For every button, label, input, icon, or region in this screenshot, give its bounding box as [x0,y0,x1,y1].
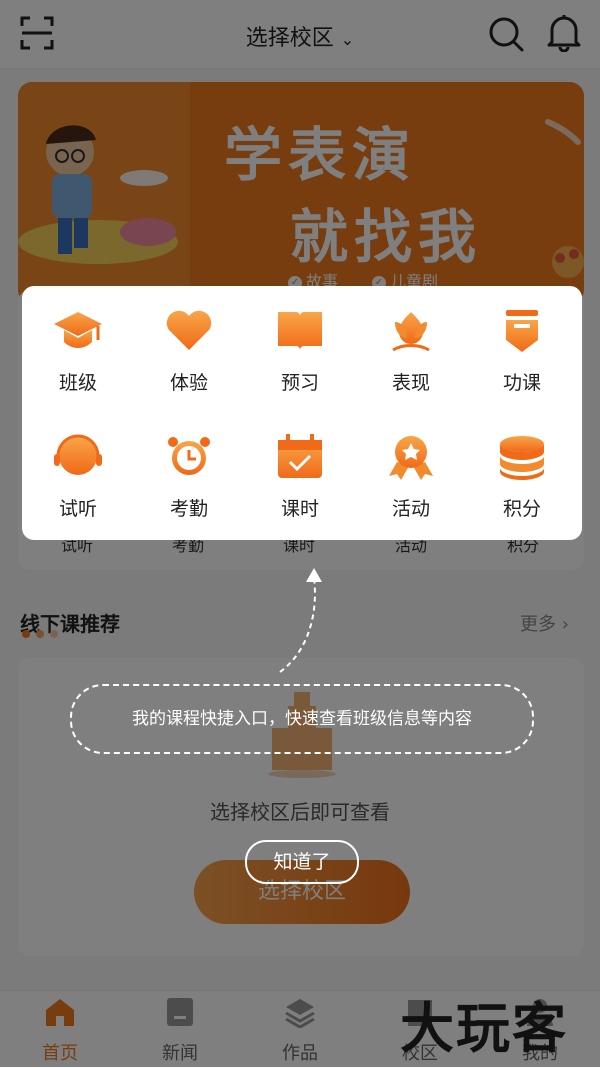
quick-menu-highlight: 班级 体验 预习 表现 功课 试听 考勤 课时 活动 积分 [22,286,582,540]
menu-item-label: 功课 [502,372,541,394]
menu-item-label: 班级 [58,372,97,394]
menu-item-performance[interactable]: 表现 [355,308,467,395]
menu-item-label: 表现 [391,372,430,394]
heart-icon [166,310,212,350]
menu-item-label: 积分 [502,498,541,520]
guide-arrow-icon [279,568,322,673]
headset-icon [54,434,102,475]
flower-icon [392,312,430,352]
menu-item-attendance[interactable]: 考勤 [133,434,245,521]
graduation-cap-icon [54,312,102,348]
menu-item-label: 预习 [280,372,319,394]
menu-item-trial[interactable]: 体验 [133,308,245,395]
menu-item-lesson-hours[interactable]: 课时 [244,434,356,521]
menu-item-label: 课时 [280,498,319,520]
got-it-button[interactable]: 知道了 [245,840,359,884]
alarm-clock-icon [168,437,210,475]
open-book-icon [278,312,322,350]
award-badge-icon [389,436,433,480]
guide-hint-bubble: 我的课程快捷入口，快速查看班级信息等内容 [70,684,534,754]
menu-item-homework[interactable]: 功课 [466,308,578,395]
homework-icon [506,310,538,352]
coin-stack-icon [500,436,544,480]
calendar-check-icon [278,434,322,478]
menu-item-label: 试听 [58,498,97,520]
menu-item-preview[interactable]: 预习 [244,308,356,395]
menu-item-audition[interactable]: 试听 [22,434,134,521]
menu-item-label: 活动 [391,498,430,520]
menu-item-activity[interactable]: 活动 [355,434,467,521]
watermark: 大玩客 [400,997,568,1060]
menu-item-label: 体验 [169,372,208,394]
menu-item-points[interactable]: 积分 [466,434,578,521]
menu-item-class[interactable]: 班级 [22,308,134,395]
menu-item-label: 考勤 [169,498,208,520]
